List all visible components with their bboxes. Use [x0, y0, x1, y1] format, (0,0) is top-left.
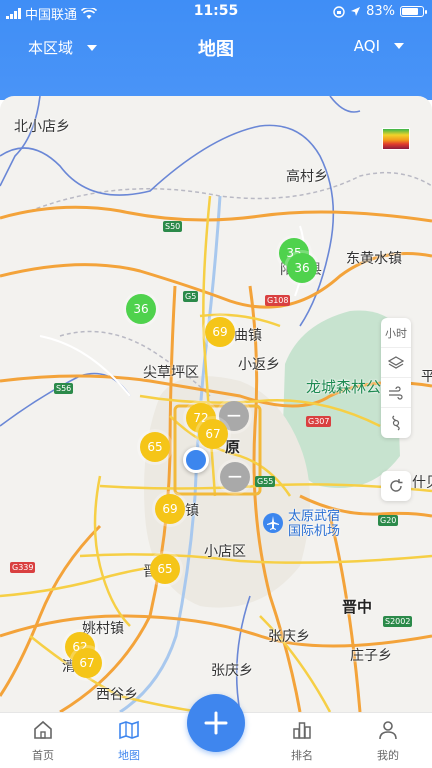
- road-badge: G20: [378, 515, 399, 526]
- place-label: 高村乡: [286, 169, 328, 185]
- place-label: 尖草坪区: [143, 365, 199, 381]
- map-tool-panel: 小时: [381, 318, 411, 438]
- layers-icon: [388, 355, 404, 369]
- aqi-station-marker[interactable]: 65: [140, 432, 170, 462]
- region-selector[interactable]: 本区域: [28, 37, 98, 58]
- tab-label: 我的: [377, 749, 399, 762]
- place-label: 庄子乡: [350, 648, 392, 664]
- place-label: 张庆乡: [268, 629, 310, 645]
- place-label: 小店区: [204, 544, 246, 560]
- tab-mine[interactable]: 我的: [358, 719, 418, 763]
- hourly-toggle-button[interactable]: 小时: [381, 318, 411, 348]
- aqi-station-marker[interactable]: 67: [198, 419, 228, 449]
- airport-label: 太原武宿 国际机场: [288, 509, 341, 539]
- place-label: 张庆乡: [211, 663, 253, 679]
- chevron-down-icon: [394, 43, 404, 49]
- place-label: 西谷乡: [96, 687, 138, 703]
- road-badge: S2002: [383, 616, 413, 627]
- aqi-station-marker[interactable]: 36: [126, 294, 156, 324]
- road-badge: S50: [163, 221, 183, 232]
- aqi-station-marker-nodata[interactable]: −: [220, 462, 250, 492]
- place-label: 什贝: [412, 475, 432, 491]
- battery-icon: [400, 6, 427, 17]
- aqi-station-marker[interactable]: 65: [150, 554, 180, 584]
- weather-button[interactable]: [381, 408, 411, 438]
- place-label: 小返乡: [238, 357, 280, 373]
- region-label: 本区域: [28, 39, 74, 57]
- tab-map[interactable]: 地图: [99, 719, 159, 763]
- refresh-icon: [390, 479, 403, 492]
- place-label: 原: [225, 438, 241, 456]
- add-button[interactable]: [187, 694, 245, 752]
- road-badge: G339: [10, 562, 36, 573]
- aqi-legend-icon[interactable]: [382, 128, 410, 150]
- aqi-map[interactable]: 北小店乡 高村乡 东黄水镇 阳曲县 曲镇 小返乡 尖草坪区 龙城森林公园 平 原…: [0, 96, 432, 712]
- airport-icon: [263, 513, 283, 533]
- status-bar: 中国联通 11:55 83%: [0, 0, 432, 24]
- user-icon: [379, 721, 397, 740]
- tab-home[interactable]: 首页: [13, 719, 73, 763]
- battery-percent: 83%: [366, 4, 395, 19]
- current-location-dot[interactable]: [183, 447, 209, 473]
- tab-label: 排名: [291, 749, 313, 762]
- wind-icon: [389, 385, 403, 400]
- rotation-lock-icon: [333, 5, 345, 18]
- typhoon-icon: [392, 415, 400, 431]
- layers-button[interactable]: [381, 348, 411, 378]
- aqi-station-marker[interactable]: 69: [205, 317, 235, 347]
- place-label: 平: [421, 369, 432, 385]
- tab-label: 首页: [32, 749, 54, 762]
- ranking-icon: [293, 722, 311, 739]
- place-label: 镇: [185, 503, 199, 519]
- map-base-layer: [0, 96, 432, 712]
- app-header: 中国联通 11:55 83% 本区域 地图 AQI: [0, 0, 432, 100]
- aqi-station-marker[interactable]: 36: [287, 253, 317, 283]
- tab-ranking[interactable]: 排名: [272, 719, 332, 763]
- home-icon: [34, 720, 52, 739]
- map-icon: [119, 720, 139, 740]
- chevron-down-icon: [87, 44, 98, 51]
- aqi-station-marker[interactable]: 67: [72, 648, 102, 678]
- plus-icon: [204, 711, 228, 735]
- refresh-button[interactable]: [381, 471, 411, 501]
- road-badge: G108: [265, 295, 291, 306]
- road-badge: S56: [54, 383, 74, 394]
- aqi-station-marker[interactable]: 69: [155, 494, 185, 524]
- metric-selector[interactable]: AQI: [354, 37, 404, 55]
- road-badge: G5: [183, 291, 199, 302]
- place-label: 曲镇: [234, 328, 262, 344]
- road-badge: G55: [255, 476, 276, 487]
- road-badge: G307: [306, 416, 332, 427]
- tab-label: 地图: [118, 749, 140, 762]
- wind-button[interactable]: [381, 378, 411, 408]
- location-arrow-icon: [351, 7, 361, 16]
- place-label: 东黄水镇: [346, 251, 402, 267]
- metric-label: AQI: [353, 37, 380, 55]
- place-label: 晋中: [342, 598, 373, 616]
- place-label: 北小店乡: [14, 119, 70, 135]
